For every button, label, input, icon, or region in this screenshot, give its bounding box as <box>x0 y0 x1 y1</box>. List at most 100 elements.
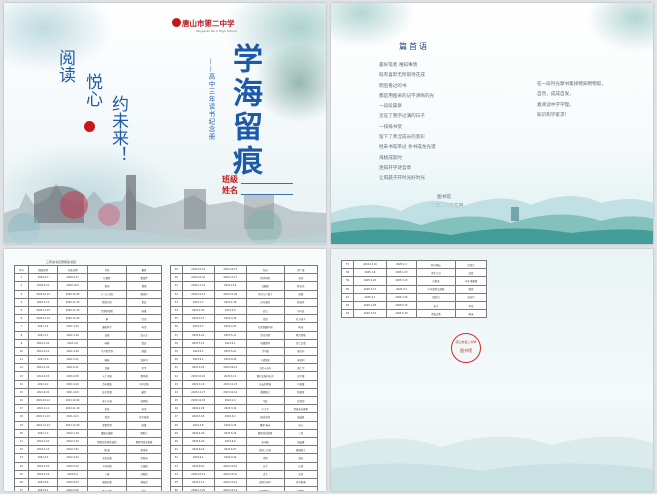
table-cell: 2025.1.23 <box>385 268 417 278</box>
table-cell: 2022.5.16 <box>27 469 59 479</box>
table-cell: 刘慈欣 <box>126 469 162 479</box>
closing-line: 在一段时光摩书集择物知物物取， <box>537 82 606 87</box>
table-cell: 2023.10.16 <box>181 371 215 381</box>
table-cell: 圣埃克苏佩里 <box>283 404 319 414</box>
table-cell: 2024.10.10 <box>213 461 247 471</box>
table-row: 51 2024.6.10 2024.6.27 唐诗三百首 蘅塘退士 <box>170 445 319 455</box>
cover-page: 唐山市第二中学 Tangshan No.2 High School 学海留痕 —… <box>4 3 326 244</box>
table-cell: 2020.10.8 <box>57 281 88 291</box>
table-cell: 红星照耀中国 <box>245 322 285 332</box>
table-row: 24 2022.4.25 2022.5.12 人间词话 王国维 <box>14 461 162 471</box>
table-row: 15 2021.9.22 2021.10.9 瓦尔登湖 梭罗 <box>14 387 162 398</box>
table-cell: 雾都孤儿 <box>245 387 285 398</box>
table-row: 21 2022.2.21 2022.3.10 钢铁是怎样炼成的 奥斯特洛夫斯基 <box>14 436 162 447</box>
table-cell: 娱乐至死 <box>245 412 285 422</box>
reading-list-page: 三年读书记录阅读书目 序号 借阅日期 归还日期 书名 著者 1 2020.9.3 2020.9… <box>4 249 326 491</box>
table-row: 32 2022.12.12 2022.12.29 月亮与六便士 毛姆 <box>170 289 319 299</box>
table-cell: 47 <box>170 412 183 422</box>
table-cell: 2023.11.23 <box>213 379 247 389</box>
table-cell: 赫拉利 <box>283 355 319 365</box>
table-cell: 2022.10.10 <box>181 264 215 275</box>
table-cell: 林语堂 <box>283 297 319 307</box>
table-row: 46 2024.2.26 2024.3.14 小王子 圣埃克苏佩里 <box>170 404 319 414</box>
table-row: 4 2020.11.2 2020.11.20 朝花夕拾 鲁迅 <box>14 297 162 307</box>
table-row: 36 2023.4.3 2023.4.20 红星照耀中国 斯诺 <box>170 322 319 332</box>
table-cell: 63 <box>341 309 354 319</box>
column-header: 借阅日期 <box>27 264 59 275</box>
preface-closing: 在一段时光摩书集择物知物物取， 自然，成成自发， 素阅读中学学理， 知识和学家求… <box>537 80 606 121</box>
table-cell: 2021.6.15 <box>27 371 59 381</box>
table-cell: 2021.5.21 <box>57 355 88 365</box>
table-cell: 蘅塘退士 <box>283 445 319 455</box>
table-cell: 54 <box>170 469 183 479</box>
table-cell: 48 <box>170 420 183 430</box>
table-cell: 沈复 <box>454 268 488 278</box>
table-cell: 2022.6.6 <box>27 477 59 488</box>
table-cell: 14 <box>14 379 29 389</box>
table-cell: 2020.11.20 <box>57 297 88 307</box>
table-cell: 狄更斯 <box>283 387 319 398</box>
table-cell: 12 <box>14 363 29 373</box>
table-cell: 2024.4.8 <box>181 420 215 430</box>
table-cell: 2023.12.14 <box>213 387 247 398</box>
table-cell: 2023.11.6 <box>181 379 215 389</box>
table-cell: 奥威尔 <box>126 289 162 299</box>
table-cell: 2023.9.25 <box>181 363 215 373</box>
table-row: 59 2025.2.24 2025.3.13 沉思录 马可·奥勒留 <box>341 276 488 286</box>
table-cell: 钱钟书 <box>126 355 162 365</box>
table-cell: 2022.3.14 <box>27 445 59 455</box>
table-cell: 44 <box>170 387 183 398</box>
table-cell: 追风筝的人 <box>245 486 285 491</box>
table-cell: 2025.4.24 <box>385 292 417 302</box>
table-cell: 歌德 <box>454 284 488 294</box>
table-cell: 2 <box>14 281 29 291</box>
table-cell: 毛姆 <box>283 289 319 299</box>
table-cell: 2022.10.31 <box>181 273 215 283</box>
table-cell: 2023.9.4 <box>181 355 215 365</box>
table-cell: 塞万提斯 <box>283 330 319 340</box>
table-cell: 路遥 <box>126 346 162 357</box>
table-row: 57 2024.12.16 2025.1.2 我与地坛 史铁生 <box>341 259 488 270</box>
table-cell: 8 <box>14 330 29 340</box>
table-cell: 2023.5.15 <box>181 338 215 348</box>
table-cell: 梭罗 <box>126 387 162 398</box>
table-cell: 苏东坡传 <box>245 297 285 307</box>
list-caption: 三年读书记录阅读书目 <box>46 260 77 264</box>
table-cell: 斯诺 <box>283 322 319 332</box>
table-cell: 2023.5.11 <box>213 330 247 340</box>
table-row: 5 2020.11.23 2020.12.10 巴黎圣母院 雨果 <box>14 305 162 316</box>
table-cell: 奥斯特洛夫斯基 <box>126 436 162 447</box>
table-row: 44 2023.11.27 2023.12.14 雾都孤儿 狄更斯 <box>170 387 319 398</box>
table-cell: 林海音 <box>126 477 162 488</box>
table-cell: 2021.9.22 <box>27 387 59 398</box>
table-cell: 53 <box>170 461 183 471</box>
table-cell: 2024.1.4 <box>213 395 247 406</box>
table-cell: 19 <box>14 420 29 430</box>
table-cell: 49 <box>170 428 183 438</box>
table-cell: 42 <box>170 371 183 381</box>
table-cell: 2021.4.12 <box>27 346 59 357</box>
table-cell: 2025.3.17 <box>352 284 387 294</box>
table-row: 41 2023.9.25 2023.10.12 万历十五年 黄仁宇 <box>170 363 319 373</box>
table-cell: 2021.10.29 <box>57 395 88 406</box>
table-cell: 2022.4.22 <box>57 453 88 463</box>
table-cell: 巴黎圣母院 <box>86 305 128 316</box>
table-cell: 36 <box>170 322 183 332</box>
table-cell: 2021.12.13 <box>27 420 59 430</box>
table-row: 562024.11.252024.12.12追风筝的人胡赛尼 <box>170 486 319 491</box>
table-row: 34 2023.2.20 2023.3.9 史记 司马迁 <box>170 305 319 316</box>
table-cell: 三体 <box>86 469 128 479</box>
table-row: 11 2021.5.6 2021.5.21 围城 钱钟书 <box>14 355 162 365</box>
watercolor-wash <box>586 3 653 53</box>
mist-mountain-illustration <box>331 436 653 491</box>
table-cell: 2024.4.4 <box>213 412 247 422</box>
table-row: 20 2022.1.3 2022.1.19 傲慢与偏见 奥斯汀 <box>14 428 162 438</box>
preface-page: 篇首语 最好笔者 难知事情 既有喜默无所取侍花成 明后看过的书 都是用图采的记不… <box>331 3 653 244</box>
table-cell: 家 <box>86 314 128 324</box>
table-cell: 60 <box>341 284 354 294</box>
table-cell: 2024.6.10 <box>181 445 215 455</box>
table-cell: 56 <box>170 486 183 491</box>
table-cell: 佚名 <box>283 453 319 463</box>
table-cell: 2021.5.6 <box>27 355 59 365</box>
table-row: 58 2025.1.6 2025.1.23 浮生六记 沈复 <box>341 268 488 278</box>
